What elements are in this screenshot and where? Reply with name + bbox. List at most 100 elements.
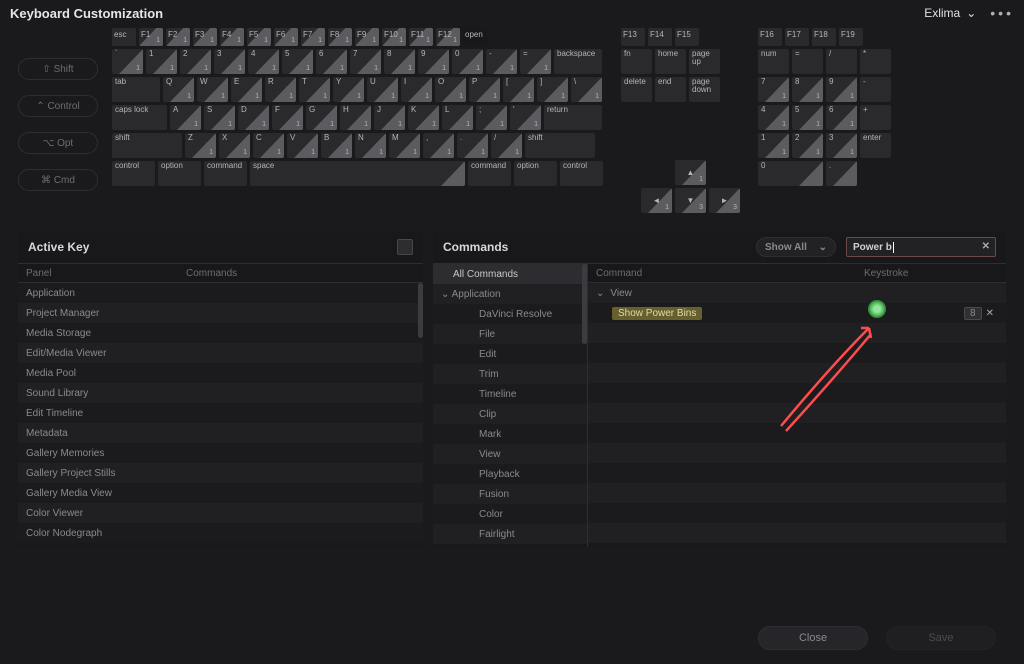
key-d[interactable]: D1	[238, 105, 269, 130]
key-k[interactable]: K1	[408, 105, 439, 130]
key-f19[interactable]: F19	[839, 28, 863, 46]
key-num[interactable]: num	[758, 49, 789, 74]
key-r[interactable]: R1	[265, 77, 296, 102]
tree-row[interactable]: All Commands	[433, 264, 587, 284]
key-s[interactable]: S1	[204, 105, 235, 130]
key-open[interactable]: open	[463, 28, 487, 46]
key-command[interactable]: command	[204, 161, 247, 186]
key-esc[interactable]: esc	[112, 28, 136, 46]
key-3[interactable]: 31	[826, 133, 857, 158]
key-option[interactable]: option	[514, 161, 557, 186]
key-w[interactable]: W1	[197, 77, 228, 102]
key-shift[interactable]: shift	[525, 133, 595, 158]
key-2[interactable]: 21	[180, 49, 211, 74]
key-z[interactable]: Z1	[185, 133, 216, 158]
tree-row[interactable]: Fairlight	[433, 524, 587, 544]
key--[interactable]: \1	[571, 77, 602, 102]
key-page-down[interactable]: page down	[689, 77, 720, 102]
key-f17[interactable]: F17	[785, 28, 809, 46]
tree-row[interactable]: File	[433, 324, 587, 344]
more-icon[interactable]: •••	[990, 5, 1014, 21]
key-7[interactable]: 71	[758, 77, 789, 102]
key-a[interactable]: A1	[170, 105, 201, 130]
key-7[interactable]: 71	[350, 49, 381, 74]
key-control[interactable]: control	[560, 161, 603, 186]
key-8[interactable]: 81	[792, 77, 823, 102]
key--[interactable]: [1	[503, 77, 534, 102]
panel-row[interactable]: Application	[18, 283, 423, 303]
key-0[interactable]: 01	[452, 49, 483, 74]
panel-row[interactable]: Sound Library	[18, 383, 423, 403]
key-f9[interactable]: F91	[355, 28, 379, 46]
key-5[interactable]: 51	[282, 49, 313, 74]
key--[interactable]: -1	[486, 49, 517, 74]
panel-row[interactable]: Color Nodegraph	[18, 523, 423, 543]
key--[interactable]: .1	[457, 133, 488, 158]
key-m[interactable]: M1	[389, 133, 420, 158]
key--[interactable]: ;1	[476, 105, 507, 130]
panel-row[interactable]: Edit Timeline	[18, 403, 423, 423]
key-o[interactable]: O1	[435, 77, 466, 102]
modifier-cmd[interactable]: ⌘ Cmd	[18, 169, 98, 191]
tree-row[interactable]: Playback	[433, 464, 587, 484]
scrollbar[interactable]	[418, 283, 423, 338]
key-3[interactable]: 31	[214, 49, 245, 74]
key-f16[interactable]: F16	[758, 28, 782, 46]
key-p[interactable]: P1	[469, 77, 500, 102]
panel-row[interactable]: Edit/Media Viewer	[18, 343, 423, 363]
key-f13[interactable]: F13	[621, 28, 645, 46]
key-caps-lock[interactable]: caps lock	[112, 105, 167, 130]
scrollbar[interactable]	[582, 264, 587, 344]
key-f10[interactable]: F101	[382, 28, 406, 46]
key-f1[interactable]: F11	[139, 28, 163, 46]
save-button[interactable]: Save	[886, 626, 996, 650]
tree-row[interactable]: Clip	[433, 404, 587, 424]
key--[interactable]: =	[792, 49, 823, 74]
key--[interactable]: *	[860, 49, 891, 74]
key--[interactable]: ▲1	[675, 160, 706, 185]
panel-row[interactable]: Gallery Project Stills	[18, 463, 423, 483]
key--[interactable]: ►3	[709, 188, 740, 213]
tree-row[interactable]: DaVinci Resolve	[433, 304, 587, 324]
key-fn[interactable]: fn	[621, 49, 652, 74]
key-f7[interactable]: F71	[301, 28, 325, 46]
tree-row[interactable]: Fusion	[433, 484, 587, 504]
key-g[interactable]: G1	[306, 105, 337, 130]
clear-keystroke-icon[interactable]: ✕	[986, 308, 994, 319]
panel-row[interactable]: Gallery Media View	[18, 483, 423, 503]
key-u[interactable]: U1	[367, 77, 398, 102]
key-j[interactable]: J1	[374, 105, 405, 130]
key--[interactable]: '1	[510, 105, 541, 130]
modifier-control[interactable]: ⌃ Control	[18, 95, 98, 117]
clear-search-icon[interactable]: ✕	[982, 241, 990, 252]
key-c[interactable]: C1	[253, 133, 284, 158]
key-f3[interactable]: F31	[193, 28, 217, 46]
key-q[interactable]: Q1	[163, 77, 194, 102]
key-f5[interactable]: F51	[247, 28, 271, 46]
key-f[interactable]: F1	[272, 105, 303, 130]
key-backspace[interactable]: backspace	[554, 49, 602, 74]
tree-row[interactable]: Mark	[433, 424, 587, 444]
tree-row[interactable]: Edit	[433, 344, 587, 364]
key-1[interactable]: 11	[758, 133, 789, 158]
key-2[interactable]: 21	[792, 133, 823, 158]
active-key-checkbox[interactable]	[397, 239, 413, 255]
key-option[interactable]: option	[158, 161, 201, 186]
key-f18[interactable]: F18	[812, 28, 836, 46]
result-group[interactable]: ⌄View	[588, 283, 1006, 303]
key-0[interactable]: 0	[758, 161, 823, 186]
key--[interactable]: `1	[112, 49, 143, 74]
tree-row[interactable]: Color	[433, 504, 587, 524]
key-end[interactable]: end	[655, 77, 686, 102]
tree-row[interactable]: ⌄ Application	[433, 284, 587, 304]
key-1[interactable]: 11	[146, 49, 177, 74]
key-f2[interactable]: F21	[166, 28, 190, 46]
key-f6[interactable]: F61	[274, 28, 298, 46]
key--[interactable]: .	[826, 161, 857, 186]
key--[interactable]: ◄1	[641, 188, 672, 213]
filter-dropdown[interactable]: Show All ⌄	[756, 237, 836, 257]
key-t[interactable]: T1	[299, 77, 330, 102]
key-delete[interactable]: delete	[621, 77, 652, 102]
key-f12[interactable]: F121	[436, 28, 460, 46]
key-f8[interactable]: F81	[328, 28, 352, 46]
